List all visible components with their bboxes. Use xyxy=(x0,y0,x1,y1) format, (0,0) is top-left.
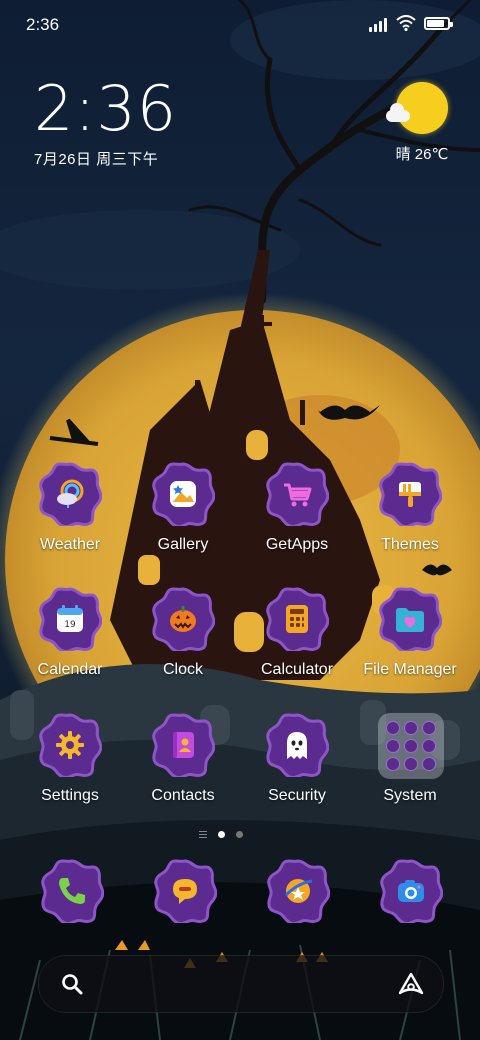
app-settings[interactable]: Settings xyxy=(10,713,130,821)
app-contacts[interactable]: Contacts xyxy=(123,713,243,821)
search-bar[interactable] xyxy=(38,955,444,1013)
assistant-icon[interactable] xyxy=(397,971,425,997)
app-gallery[interactable]: Gallery xyxy=(123,462,243,570)
calendar-day: 19 xyxy=(64,620,76,630)
app-label: GetApps xyxy=(265,536,329,553)
app-label: Clock xyxy=(162,661,203,678)
app-label: Contacts xyxy=(151,787,215,804)
app-label: Security xyxy=(268,787,326,804)
app-file-manager[interactable]: File Manager xyxy=(350,587,470,695)
app-label: Settings xyxy=(41,787,99,804)
folder-heart-icon xyxy=(396,608,424,632)
weather-icon xyxy=(57,479,84,508)
browser-icon xyxy=(284,879,313,903)
app-weather[interactable]: Weather xyxy=(10,462,130,570)
wifi-icon xyxy=(396,15,416,31)
getapps-cart-icon xyxy=(284,483,312,507)
weather-widget[interactable]: 晴 26℃ xyxy=(382,82,462,164)
camera-icon xyxy=(398,880,424,902)
page-dot-current xyxy=(218,831,225,838)
app-label: Weather xyxy=(39,536,101,553)
dock-phone[interactable] xyxy=(32,855,112,935)
app-label: Calendar xyxy=(37,661,103,678)
widget-date: 7月26日 周三下午 xyxy=(34,151,159,168)
app-label: File Manager xyxy=(363,661,457,678)
page-indicator[interactable] xyxy=(199,829,259,841)
app-label: System xyxy=(383,787,437,804)
app-label: Themes xyxy=(381,536,439,553)
themes-brush-icon xyxy=(399,482,421,507)
dock-camera[interactable] xyxy=(371,855,451,935)
app-getapps[interactable]: GetApps xyxy=(237,462,357,570)
pumpkin-clock-icon xyxy=(170,606,196,632)
calendar-icon: 19 xyxy=(57,605,83,632)
clock-widget[interactable]: 2:36 7月26日 周三下午 xyxy=(34,76,177,169)
weather-text: 晴 26℃ xyxy=(395,146,449,163)
calculator-icon xyxy=(286,605,308,633)
search-icon[interactable] xyxy=(61,973,83,995)
status-bar: 2:36 xyxy=(0,0,480,50)
app-security[interactable]: Security xyxy=(237,713,357,821)
contacts-book-icon xyxy=(173,732,194,758)
messages-icon xyxy=(173,879,197,904)
app-themes[interactable]: Themes xyxy=(350,462,470,570)
app-clock[interactable]: Clock xyxy=(123,587,243,695)
signal-bars-icon xyxy=(369,18,391,32)
dock-messages[interactable] xyxy=(145,855,225,935)
page-dot xyxy=(236,831,243,838)
status-time: 2:36 xyxy=(26,15,60,34)
app-label: Calculator xyxy=(260,661,334,678)
app-system-folder[interactable]: System xyxy=(350,713,470,821)
gear-icon xyxy=(56,731,84,759)
page-list-icon xyxy=(199,831,207,838)
system-folder-icon xyxy=(378,713,444,779)
ghost-shield-icon xyxy=(287,732,307,759)
widget-time: 2:36 xyxy=(34,72,178,145)
app-calendar[interactable]: 19 Calendar xyxy=(10,587,130,695)
gallery-icon xyxy=(170,481,196,507)
sunny-cloud-icon xyxy=(386,82,448,134)
app-calculator[interactable]: Calculator xyxy=(237,587,357,695)
app-label: Gallery xyxy=(157,536,209,553)
dock-browser[interactable] xyxy=(258,855,338,935)
battery-level xyxy=(427,20,444,27)
battery-icon xyxy=(424,17,453,30)
phone-icon xyxy=(59,878,85,904)
